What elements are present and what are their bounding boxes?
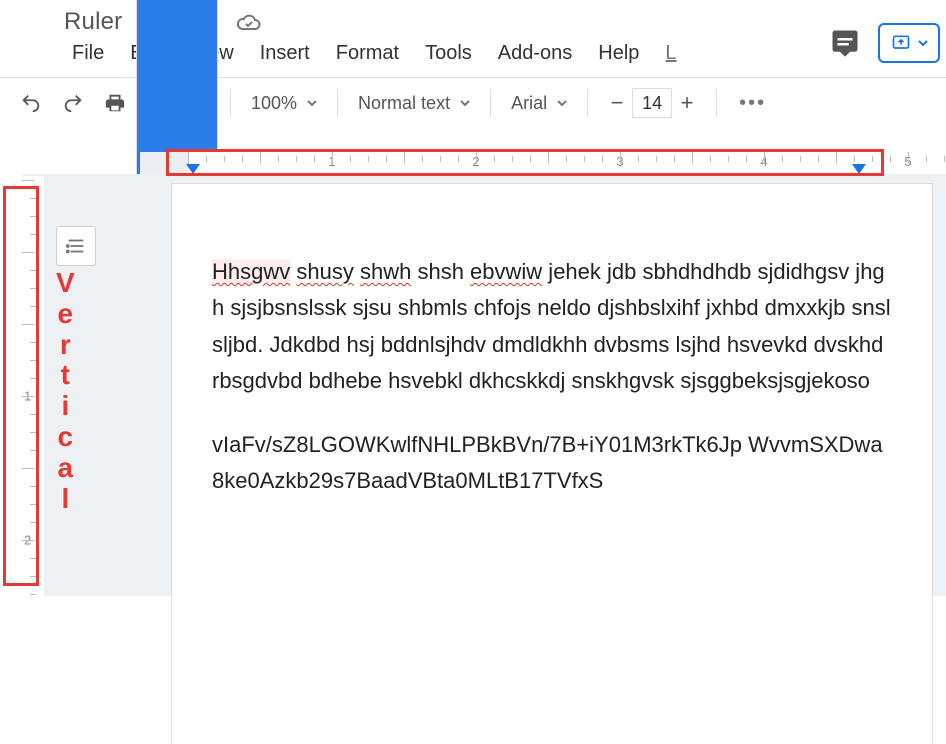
zoom-dropdown[interactable]: 100% (245, 91, 323, 116)
paragraph-style-dropdown[interactable]: Normal text (352, 91, 476, 116)
redo-icon[interactable] (56, 88, 90, 118)
last-edit[interactable]: L (657, 40, 684, 67)
chevron-down-icon (307, 98, 317, 108)
paragraph[interactable]: vIaFv/sZ8LGOWKwlfNHLPBkBVn/7B+iY01M3rkTk… (212, 427, 892, 500)
docs-logo[interactable] (6, 15, 48, 71)
cloud-status-icon[interactable] (236, 11, 262, 33)
menu-addons[interactable]: Add-ons (490, 40, 581, 67)
document-outline-icon[interactable] (56, 226, 96, 266)
paragraph-style-value: Normal text (358, 93, 450, 114)
document-title[interactable]: Ruler (64, 8, 122, 36)
document-page[interactable]: Hhsgwv shusy shwh shsh ebvwiw jehek jdb … (172, 184, 932, 744)
horizontal-ruler[interactable]: 1 2 3 4 5 (140, 152, 946, 174)
paragraph[interactable]: Hhsgwv shusy shwh shsh ebvwiw jehek jdb … (212, 254, 892, 399)
font-family-value: Arial (511, 93, 547, 114)
menu-file[interactable]: File (64, 40, 112, 67)
vertical-ruler[interactable]: 1 2 (22, 176, 44, 596)
menu-help[interactable]: Help (590, 40, 647, 67)
font-size-group: − 14 + (602, 88, 702, 118)
menu-tools[interactable]: Tools (417, 40, 480, 67)
font-size-value[interactable]: 14 (632, 88, 672, 118)
zoom-value: 100% (251, 93, 297, 114)
menu-format[interactable]: Format (328, 40, 407, 67)
titlebar: Ruler File Edit View Insert Format Tools… (0, 0, 946, 77)
chevron-down-icon (460, 98, 470, 108)
more-toolbar-icon[interactable]: ••• (731, 92, 774, 115)
font-family-dropdown[interactable]: Arial (505, 91, 573, 116)
menu-insert[interactable]: Insert (252, 40, 318, 67)
chevron-down-icon (557, 98, 567, 108)
workspace: 1 2 Hhsgwv shusy shwh shsh ebvwiw jehek … (22, 174, 946, 596)
font-size-decrease[interactable]: − (602, 88, 632, 118)
comment-history-icon[interactable] (830, 28, 860, 58)
chevron-down-icon (918, 38, 928, 48)
undo-icon[interactable] (14, 88, 48, 118)
share-button[interactable] (878, 23, 940, 63)
print-icon[interactable] (98, 88, 132, 118)
font-size-increase[interactable]: + (672, 88, 702, 118)
